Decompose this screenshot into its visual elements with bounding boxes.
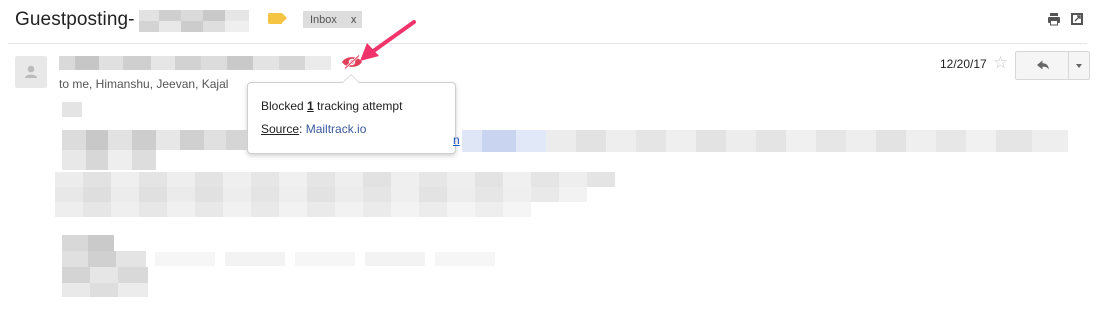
source-label: Source	[261, 122, 300, 136]
reply-arrow-icon	[1037, 60, 1049, 70]
redacted-body-line-2	[62, 130, 247, 170]
reply-button-group	[1015, 51, 1090, 80]
blocked-suffix: tracking attempt	[313, 99, 403, 113]
redacted-sender-name	[59, 56, 331, 70]
annotation-arrow	[352, 16, 422, 64]
tracking-tooltip: Blocked 1 tracking attempt Source: Mailt…	[247, 74, 456, 154]
blocked-count: 1	[307, 99, 314, 113]
person-icon	[25, 65, 37, 78]
star-outline-icon[interactable]: ☆	[993, 53, 1008, 73]
redacted-body-paragraph	[55, 172, 615, 232]
redacted-signature	[62, 235, 148, 297]
source-link[interactable]: Mailtrack.io	[306, 122, 367, 136]
message-date: 12/20/17	[940, 57, 987, 71]
subject-row: Guestposting- Inbox x	[0, 0, 1101, 44]
header-divider	[8, 43, 1087, 44]
body-link-fragment[interactable]: n	[453, 133, 460, 147]
email-subject: Guestposting-	[15, 9, 135, 30]
blocked-prefix: Blocked	[261, 99, 308, 113]
inbox-label-text: Inbox	[310, 13, 337, 26]
open-new-window-icon[interactable]	[1070, 12, 1084, 26]
source-separator: :	[299, 122, 306, 136]
recipients-line[interactable]: to me, Himanshu, Jeevan, Kajal	[59, 77, 228, 91]
print-icon[interactable]	[1047, 12, 1061, 26]
label-tag-icon[interactable]	[268, 13, 287, 24]
top-actions	[1047, 12, 1084, 26]
redacted-body-line-1	[62, 102, 82, 117]
redacted-body-link	[462, 130, 1068, 152]
more-options-button[interactable]	[1069, 52, 1089, 79]
redacted-subject	[139, 10, 249, 32]
source-line: Source: Mailtrack.io	[261, 122, 366, 136]
sender-avatar[interactable]	[15, 56, 47, 88]
blocked-message: Blocked 1 tracking attempt	[261, 99, 402, 113]
reply-button[interactable]	[1016, 52, 1069, 79]
redacted-faint-line	[155, 252, 525, 266]
